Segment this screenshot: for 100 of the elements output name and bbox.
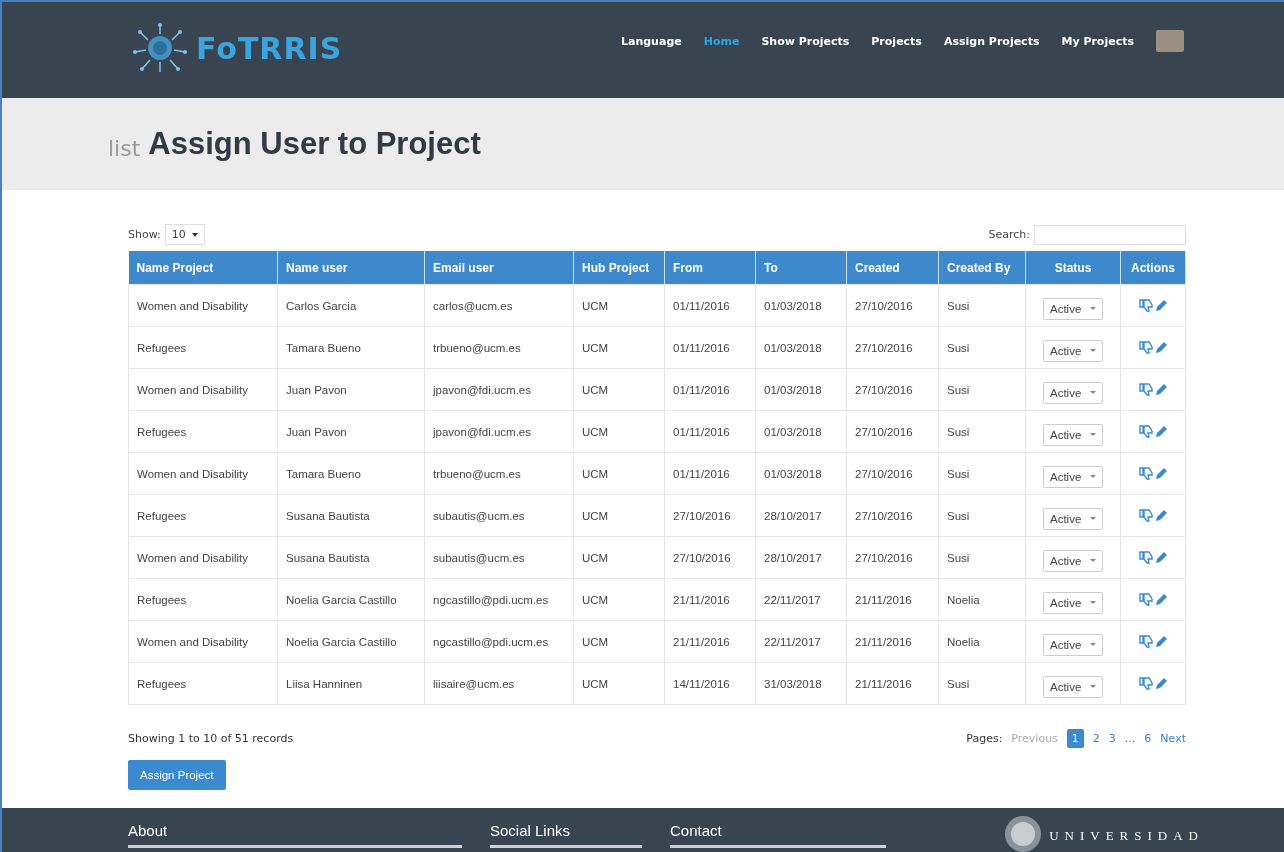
thumbs-down-icon[interactable] [1138, 425, 1153, 439]
nav-link[interactable]: Home [703, 34, 740, 48]
pencil-icon[interactable] [1154, 467, 1168, 481]
thumbs-down-icon[interactable] [1138, 509, 1153, 523]
table-cell: 28/10/2017 [755, 494, 847, 537]
table-cell: Women and Disability [128, 452, 278, 495]
table-cell: 14/11/2016 [664, 662, 756, 705]
pencil-icon[interactable] [1154, 509, 1168, 523]
status-select[interactable]: Active [1043, 339, 1103, 362]
nav-link[interactable]: Assign Projects [943, 34, 1040, 48]
column-header: Email user [424, 251, 574, 285]
status-select[interactable]: Active [1043, 423, 1103, 446]
page-link[interactable]: 6 [1144, 732, 1152, 745]
caret-icon [1090, 391, 1096, 394]
table-cell: Refugees [128, 326, 278, 369]
pencil-icon[interactable] [1154, 551, 1168, 565]
pencil-icon[interactable] [1154, 593, 1168, 607]
pencil-icon[interactable] [1154, 341, 1168, 355]
table-cell: 21/11/2016 [846, 662, 939, 705]
table-cell: Liisa Hanninen [277, 662, 425, 705]
pencil-icon[interactable] [1154, 299, 1168, 313]
logo-text: FoTRRIS [196, 30, 343, 66]
caret-icon [1090, 517, 1096, 520]
table-cell: 27/10/2016 [846, 494, 939, 537]
table-cell: UCM [573, 368, 665, 411]
pagination-ellipsis[interactable]: ... [1124, 732, 1136, 745]
thumbs-down-icon[interactable] [1138, 341, 1153, 355]
page-link[interactable]: 3 [1108, 732, 1116, 745]
page-link[interactable]: 1 [1066, 729, 1084, 748]
show-label: Show: [128, 228, 161, 241]
thumbs-down-icon[interactable] [1138, 467, 1153, 481]
caret-icon [1090, 559, 1096, 562]
page-size-select[interactable]: 10 [164, 224, 205, 245]
table-cell: UCM [573, 578, 665, 621]
table-cell: Susi [938, 284, 1026, 327]
university-seal-icon [1003, 814, 1044, 852]
status-select[interactable]: Active [1043, 507, 1103, 530]
table-cell: 31/03/2018 [755, 662, 847, 705]
thumbs-down-icon[interactable] [1138, 635, 1153, 649]
pencil-icon[interactable] [1154, 383, 1168, 397]
status-select[interactable]: Active [1043, 297, 1103, 320]
pencil-icon[interactable] [1154, 677, 1168, 691]
table-cell: jpavon@fdi.ucm.es [424, 368, 574, 411]
thumbs-down-icon[interactable] [1138, 677, 1153, 691]
table-cell: Noelia [938, 578, 1026, 621]
table-cell: 27/10/2016 [846, 536, 939, 579]
column-header: Created By [938, 251, 1026, 285]
globe-logo-icon [130, 22, 190, 74]
footer-heading: Social Links [490, 822, 572, 839]
university-name: UNIVERSIDAD [1049, 828, 1204, 844]
status-select[interactable]: Active [1043, 675, 1103, 698]
pencil-icon[interactable] [1154, 635, 1168, 649]
table-cell: Tamara Bueno [277, 326, 425, 369]
table-cell: subautis@ucm.es [424, 494, 574, 537]
table-cell: 27/10/2016 [664, 536, 756, 579]
table-cell: Refugees [128, 410, 278, 453]
status-select[interactable]: Active [1043, 591, 1103, 614]
nav-link[interactable]: Language [621, 34, 682, 48]
table-cell: 21/11/2016 [846, 620, 939, 663]
column-header: Status [1025, 251, 1121, 285]
caret-icon [1090, 601, 1096, 604]
nav-link[interactable]: Projects [871, 34, 922, 48]
table-cell: UCM [573, 452, 665, 495]
thumbs-down-icon[interactable] [1138, 551, 1153, 565]
thumbs-down-icon[interactable] [1138, 593, 1153, 607]
thumbs-down-icon[interactable] [1138, 383, 1153, 397]
pagination-link[interactable]: Next [1160, 732, 1186, 745]
caret-icon [1090, 685, 1096, 688]
table-cell: Susi [938, 410, 1026, 453]
table-cell: Women and Disability [128, 284, 278, 327]
search-label: Search: [988, 228, 1030, 241]
table-cell: Susi [938, 662, 1026, 705]
page-link[interactable]: 2 [1092, 732, 1100, 745]
table-cell: 01/11/2016 [664, 284, 756, 327]
column-header: Created [846, 251, 939, 285]
caret-icon [1090, 433, 1096, 436]
table-cell: 27/10/2016 [846, 326, 939, 369]
thumbs-down-icon[interactable] [1138, 299, 1153, 313]
table-cell: 01/03/2018 [755, 284, 847, 327]
footer-heading: About [128, 822, 169, 839]
status-select[interactable]: Active [1043, 549, 1103, 572]
table-cell: jpavon@fdi.ucm.es [424, 410, 574, 453]
column-header: Name user [277, 251, 425, 285]
table-cell: UCM [573, 326, 665, 369]
column-header: To [755, 251, 847, 285]
table-cell: 22/11/2017 [755, 620, 847, 663]
table-cell: Tamara Bueno [277, 452, 425, 495]
column-header: From [664, 251, 756, 285]
search-field[interactable] [1034, 224, 1186, 245]
table-cell: 01/03/2018 [755, 326, 847, 369]
status-select[interactable]: Active [1043, 465, 1103, 488]
nav-link[interactable]: My Projects [1061, 34, 1134, 48]
nav-link[interactable]: Show Projects [761, 34, 850, 48]
assign-project-button[interactable]: Assign Project [128, 760, 226, 790]
table-cell: 21/11/2016 [664, 578, 756, 621]
status-select[interactable]: Active [1043, 633, 1103, 656]
status-select[interactable]: Active [1043, 381, 1103, 404]
pencil-icon[interactable] [1154, 425, 1168, 439]
table-cell: Noelia Garcia Castillo [277, 620, 425, 663]
table-cell: Women and Disability [128, 368, 278, 411]
